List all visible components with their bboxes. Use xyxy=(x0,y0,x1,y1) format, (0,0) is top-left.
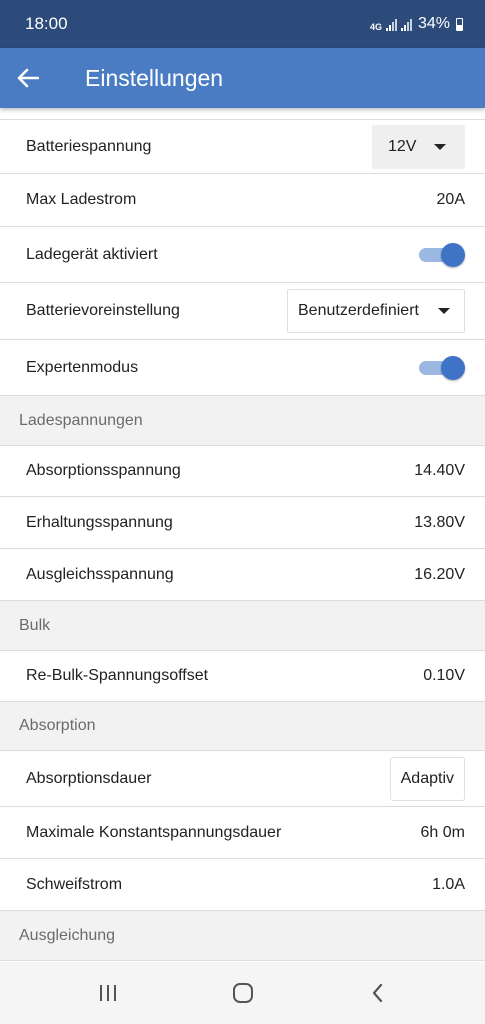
section-header-charge-voltages: Ladespannungen xyxy=(0,396,485,446)
status-time: 18:00 xyxy=(25,14,68,33)
app-bar: Einstellungen xyxy=(0,48,485,108)
tail-current-value: 1.0A xyxy=(432,875,465,893)
battery-percent: 34% xyxy=(417,15,450,32)
settings-list[interactable]: Batteriespannung 12V Max Ladestrom 20A L… xyxy=(0,108,485,962)
absorption-duration-button[interactable]: Adaptiv xyxy=(389,756,465,801)
signal-icon xyxy=(385,19,397,31)
section-header-absorption: Absorption xyxy=(0,702,485,751)
recent-apps-button[interactable] xyxy=(78,973,138,1013)
battery-preset-value: Benutzerdefiniert xyxy=(298,302,419,319)
list-top-divider xyxy=(0,108,485,120)
battery-voltage-row: Batteriespannung 12V xyxy=(0,120,485,174)
home-button[interactable] xyxy=(213,973,273,1013)
battery-voltage-dropdown[interactable]: 12V xyxy=(372,124,465,169)
network-type-icon: 4G xyxy=(369,22,382,32)
charger-enabled-row: Ladegerät aktiviert xyxy=(0,227,485,283)
system-nav-bar xyxy=(0,962,485,1024)
absorption-voltage-label: Absorptionsspannung xyxy=(26,462,181,479)
caret-down-icon xyxy=(438,308,450,314)
equalization-voltage-label: Ausgleichsspannung xyxy=(26,565,174,583)
status-icons: 4G 34% xyxy=(370,15,463,33)
max-absorption-time-row[interactable]: Maximale Konstantspannungsdauer 6h 0m xyxy=(0,807,485,859)
section-header-equalization: Ausgleichung xyxy=(0,911,485,961)
absorption-duration-value: Adaptiv xyxy=(400,769,454,787)
tail-current-row[interactable]: Schweifstrom 1.0A xyxy=(0,859,485,911)
absorption-duration-label: Absorptionsdauer xyxy=(26,769,152,787)
max-charge-current-value: 20A xyxy=(436,191,465,208)
battery-icon xyxy=(456,17,463,31)
absorption-duration-row: Absorptionsdauer Adaptiv xyxy=(0,751,485,807)
max-charge-current-row[interactable]: Max Ladestrom 20A xyxy=(0,174,485,227)
expert-mode-label: Expertenmodus xyxy=(26,358,139,376)
back-icon xyxy=(372,983,382,1003)
caret-down-icon xyxy=(434,143,446,150)
battery-voltage-value: 12V xyxy=(388,137,417,155)
section-header-bulk: Bulk xyxy=(0,601,485,651)
battery-preset-label: Batterievoreinstellung xyxy=(26,302,180,319)
battery-preset-dropdown[interactable]: Benutzerdefiniert xyxy=(287,289,465,333)
system-back-button[interactable] xyxy=(348,973,408,1013)
back-button[interactable] xyxy=(0,48,56,108)
max-charge-current-label: Max Ladestrom xyxy=(26,191,137,208)
rebulk-offset-row[interactable]: Re-Bulk-Spannungsoffset 0.10V xyxy=(0,651,485,702)
home-icon xyxy=(232,983,253,1003)
max-absorption-time-value: 6h 0m xyxy=(420,823,465,841)
float-voltage-label: Erhaltungsspannung xyxy=(26,513,173,531)
expert-mode-row: Expertenmodus xyxy=(0,340,485,396)
equalization-voltage-value: 16.20V xyxy=(414,565,465,583)
float-voltage-row[interactable]: Erhaltungsspannung 13.80V xyxy=(0,497,485,549)
status-bar: 18:00 4G 34% xyxy=(0,0,485,48)
signal-icon-2 xyxy=(400,19,412,31)
arrow-left-icon xyxy=(17,68,39,88)
battery-voltage-label: Batteriespannung xyxy=(26,137,152,155)
tail-current-label: Schweifstrom xyxy=(26,875,123,893)
max-absorption-time-label: Maximale Konstantspannungsdauer xyxy=(26,823,282,841)
recent-apps-icon xyxy=(99,985,116,1001)
rebulk-offset-label: Re-Bulk-Spannungsoffset xyxy=(26,667,209,684)
absorption-voltage-value: 14.40V xyxy=(414,462,465,479)
rebulk-offset-value: 0.10V xyxy=(423,667,465,684)
battery-preset-row: Batterievoreinstellung Benutzerdefiniert xyxy=(0,283,485,340)
absorption-voltage-row[interactable]: Absorptionsspannung 14.40V xyxy=(0,446,485,497)
page-title: Einstellungen xyxy=(85,64,224,91)
charger-enabled-label: Ladegerät aktiviert xyxy=(26,245,158,263)
expert-mode-toggle[interactable] xyxy=(419,355,465,381)
float-voltage-value: 13.80V xyxy=(414,513,465,531)
equalization-voltage-row[interactable]: Ausgleichsspannung 16.20V xyxy=(0,549,485,601)
charger-enabled-toggle[interactable] xyxy=(419,242,465,268)
